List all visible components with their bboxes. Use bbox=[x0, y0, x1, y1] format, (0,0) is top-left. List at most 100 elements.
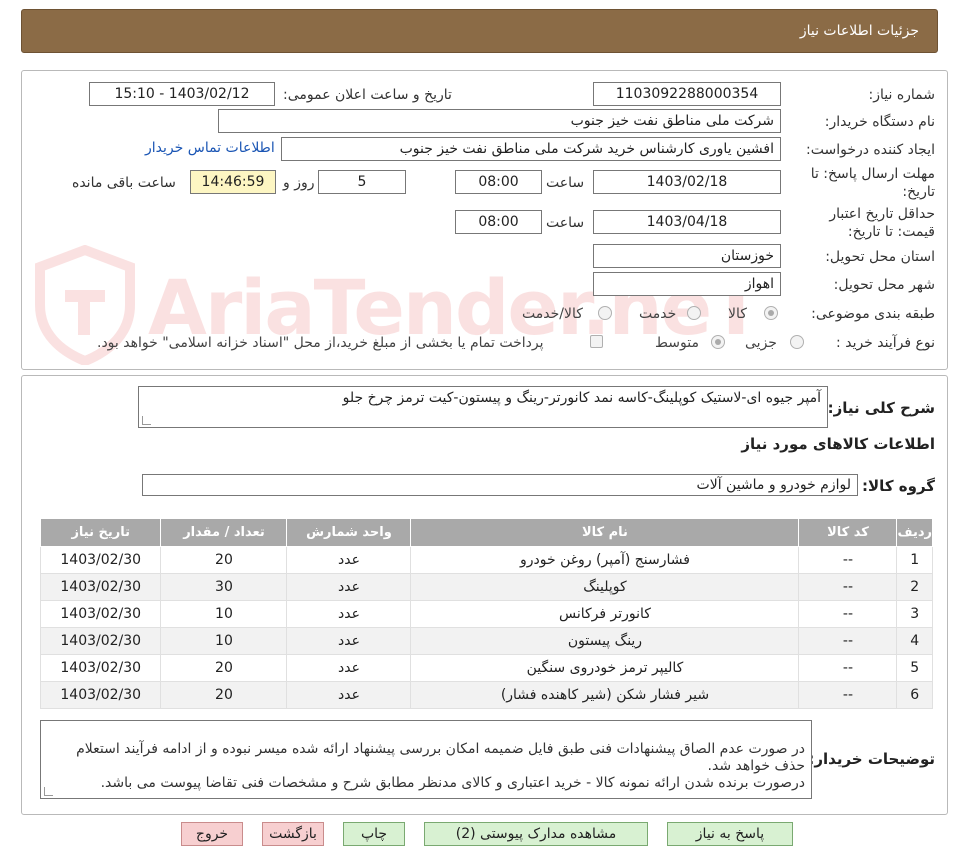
resize-handle-icon[interactable] bbox=[44, 787, 53, 796]
group-label: گروه کالا: bbox=[862, 477, 935, 495]
cell-row: 3 bbox=[896, 600, 933, 628]
need-number-field: 1103092288000354 bbox=[593, 82, 781, 106]
buyer-contact-link[interactable]: اطلاعات تماس خریدار bbox=[145, 140, 275, 156]
cell-name: فشارسنج (آمپر) روغن خودرو bbox=[410, 546, 800, 574]
col-qty-header: تعداد / مقدار bbox=[160, 518, 288, 547]
print-button[interactable]: چاپ bbox=[343, 822, 405, 846]
reply-time-label: ساعت bbox=[546, 175, 585, 191]
cell-name: کالیپر ترمز خودروی سنگین bbox=[410, 654, 800, 682]
validity-label-1: حداقل تاریخ اعتبار bbox=[829, 206, 935, 222]
buyer-org-field: شرکت ملی مناطق نفت خیز جنوب bbox=[218, 109, 781, 133]
resize-handle-icon[interactable] bbox=[142, 416, 151, 425]
need-number-label: شماره نیاز: bbox=[868, 87, 936, 103]
treasury-note: پرداخت تمام یا بخشی از مبلغ خرید،از محل … bbox=[97, 335, 544, 351]
cell-qty: 10 bbox=[160, 600, 288, 628]
goods-section-title: اطلاعات کالاهای مورد نیاز bbox=[741, 435, 935, 453]
reply-deadline-label-1: مهلت ارسال پاسخ: تا bbox=[810, 166, 935, 182]
city-field: اهواز bbox=[593, 272, 781, 296]
col-code-header: کد کالا bbox=[798, 518, 898, 547]
cell-date: 1403/02/30 bbox=[39, 573, 162, 601]
cell-row: 5 bbox=[896, 654, 933, 682]
cell-row: 6 bbox=[896, 681, 933, 709]
category-radio-goods[interactable] bbox=[764, 306, 778, 320]
category-option-service: خدمت bbox=[639, 306, 677, 322]
process-label: نوع فرآیند خرید : bbox=[836, 335, 935, 351]
cell-name: رینگ پیستون bbox=[410, 627, 800, 655]
cell-row: 2 bbox=[896, 573, 933, 601]
category-option-goods: کالا bbox=[728, 306, 747, 322]
cell-code: -- bbox=[798, 654, 898, 682]
validity-time-label: ساعت bbox=[546, 215, 585, 231]
cell-unit: عدد bbox=[286, 627, 412, 655]
validity-date-field: 1403/04/18 bbox=[593, 210, 781, 234]
table-row: 6 -- شیر فشار شکن (شیر کاهنده فشار) عدد … bbox=[39, 681, 933, 709]
notes-text: در صورت عدم الصاق پیشنهادات فنی طبق فایل… bbox=[76, 741, 805, 791]
cell-qty: 20 bbox=[160, 654, 288, 682]
validity-time-field: 08:00 bbox=[455, 210, 542, 234]
announce-field: 1403/02/12 - 15:10 bbox=[89, 82, 275, 106]
cell-qty: 20 bbox=[160, 546, 288, 574]
col-date-header: تاریخ نیاز bbox=[39, 518, 162, 547]
cell-name: کانورتر فرکانس bbox=[410, 600, 800, 628]
cell-code: -- bbox=[798, 546, 898, 574]
cell-row: 1 bbox=[896, 546, 933, 574]
process-option-minor: جزیی bbox=[745, 335, 777, 351]
remaining-label: ساعت باقی مانده bbox=[72, 175, 176, 191]
page-title: جزئیات اطلاعات نیاز bbox=[799, 23, 919, 39]
exit-button[interactable]: خروج bbox=[181, 822, 243, 846]
cell-code: -- bbox=[798, 573, 898, 601]
cell-qty: 10 bbox=[160, 627, 288, 655]
col-row-header: ردیف bbox=[896, 518, 933, 547]
buyer-org-label: نام دستگاه خریدار: bbox=[824, 114, 935, 130]
cell-unit: عدد bbox=[286, 573, 412, 601]
cell-date: 1403/02/30 bbox=[39, 654, 162, 682]
cell-qty: 20 bbox=[160, 681, 288, 709]
days-label: روز و bbox=[283, 175, 315, 191]
notes-label: توضیحات خریدار: bbox=[808, 750, 935, 768]
province-label: استان محل تحویل: bbox=[825, 249, 935, 265]
notes-textarea: در صورت عدم الصاق پیشنهادات فنی طبق فایل… bbox=[40, 720, 812, 799]
reply-date-field: 1403/02/18 bbox=[593, 170, 781, 194]
validity-label-2: قیمت: تا تاریخ: bbox=[847, 224, 935, 240]
summary-textarea: آمپر جیوه ای-لاستیک کوپلینگ-کاسه نمد کان… bbox=[138, 386, 828, 428]
table-row: 5 -- کالیپر ترمز خودروی سنگین عدد 20 140… bbox=[39, 654, 933, 682]
reply-deadline-label-2: تاریخ: bbox=[902, 184, 935, 200]
group-field: لوازم خودرو و ماشین آلات bbox=[142, 474, 858, 496]
table-header-row: ردیف کد کالا نام کالا واحد شمارش تعداد /… bbox=[39, 518, 933, 547]
col-unit-header: واحد شمارش bbox=[286, 518, 412, 547]
process-option-medium: متوسط bbox=[655, 335, 699, 351]
table-row: 2 -- کوپلینگ عدد 30 1403/02/30 bbox=[39, 573, 933, 601]
attachments-button[interactable]: مشاهده مدارک پیوستی (2) bbox=[424, 822, 648, 846]
city-label: شهر محل تحویل: bbox=[833, 277, 935, 293]
process-radio-medium[interactable] bbox=[711, 335, 725, 349]
category-option-both: کالا/خدمت bbox=[522, 306, 583, 322]
table-row: 3 -- کانورتر فرکانس عدد 10 1403/02/30 bbox=[39, 600, 933, 628]
cell-code: -- bbox=[798, 681, 898, 709]
requester-field: افشین یاوری کارشناس خرید شرکت ملی مناطق … bbox=[281, 137, 781, 161]
reply-time-field: 08:00 bbox=[455, 170, 542, 194]
reply-button[interactable]: پاسخ به نیاز bbox=[667, 822, 793, 846]
cell-unit: عدد bbox=[286, 546, 412, 574]
cell-code: -- bbox=[798, 600, 898, 628]
remaining-time-field: 14:46:59 bbox=[190, 170, 276, 194]
cell-unit: عدد bbox=[286, 600, 412, 628]
cell-date: 1403/02/30 bbox=[39, 546, 162, 574]
cell-name: کوپلینگ bbox=[410, 573, 800, 601]
summary-label: شرح کلی نیاز: bbox=[827, 399, 935, 417]
category-radio-service[interactable] bbox=[687, 306, 701, 320]
province-field: خوزستان bbox=[593, 244, 781, 268]
col-name-header: نام کالا bbox=[410, 518, 800, 547]
category-radio-both[interactable] bbox=[598, 306, 612, 320]
table-row: 1 -- فشارسنج (آمپر) روغن خودرو عدد 20 14… bbox=[39, 546, 933, 574]
cell-date: 1403/02/30 bbox=[39, 681, 162, 709]
announce-label: تاریخ و ساعت اعلان عمومی: bbox=[283, 87, 452, 103]
cell-name: شیر فشار شکن (شیر کاهنده فشار) bbox=[410, 681, 800, 709]
cell-code: -- bbox=[798, 627, 898, 655]
table-row: 4 -- رینگ پیستون عدد 10 1403/02/30 bbox=[39, 627, 933, 655]
back-button[interactable]: بازگشت bbox=[262, 822, 324, 846]
process-radio-minor[interactable] bbox=[790, 335, 804, 349]
treasury-checkbox[interactable] bbox=[590, 335, 603, 348]
cell-qty: 30 bbox=[160, 573, 288, 601]
requester-label: ایجاد کننده درخواست: bbox=[806, 142, 935, 158]
cell-unit: عدد bbox=[286, 681, 412, 709]
